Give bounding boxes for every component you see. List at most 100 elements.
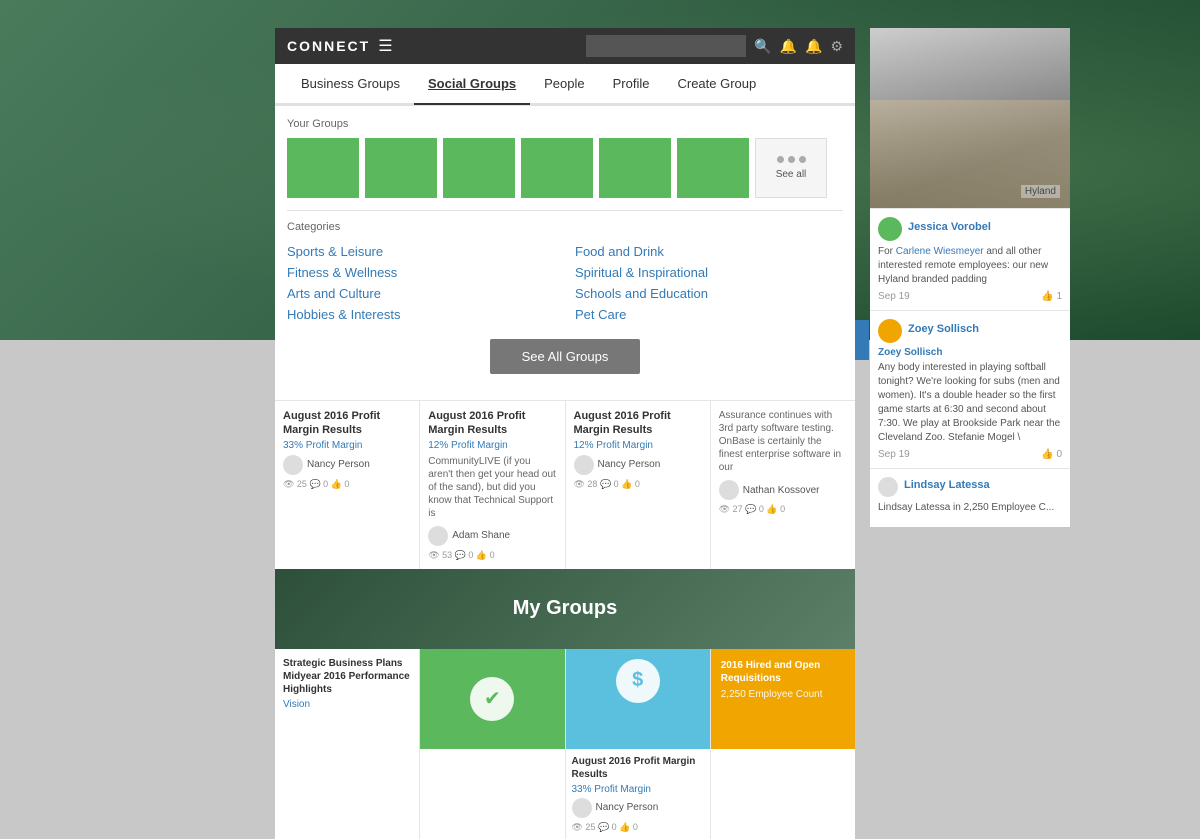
- sidebar-card-1-text: For Carlene Wiesmeyer and all other inte…: [878, 245, 1062, 287]
- group-thumb-1[interactable]: [287, 138, 359, 198]
- sidebar-card-1: Jessica Vorobel For Carlene Wiesmeyer an…: [870, 208, 1070, 310]
- tab-people[interactable]: People: [530, 64, 598, 103]
- group-thumb-6[interactable]: [677, 138, 749, 198]
- group-card-3-avatar: [572, 798, 592, 818]
- categories-label: Categories: [287, 221, 843, 233]
- sidebar-photo-brand: Hyland: [1021, 185, 1060, 198]
- my-groups-title: My Groups: [513, 597, 617, 620]
- post-1-author-name: Nancy Person: [307, 459, 370, 470]
- category-schools[interactable]: Schools and Education: [575, 283, 843, 304]
- post-1-title: August 2016 Profit Margin Results: [283, 409, 411, 438]
- post-1-author-row: Nancy Person: [283, 455, 411, 475]
- category-food[interactable]: Food and Drink: [575, 241, 843, 262]
- sidebar-avatar-1: [878, 217, 902, 241]
- post-2-title: August 2016 Profit Margin Results: [428, 409, 556, 438]
- see-all-label: See all: [776, 169, 807, 180]
- sidebar-user-3-name[interactable]: Lindsay Latessa: [904, 479, 990, 491]
- sidebar-avatar-3: [878, 477, 898, 497]
- hamburger-icon[interactable]: ☰: [378, 36, 392, 56]
- group-thumb-5[interactable]: [599, 138, 671, 198]
- see-all-btn-wrap: See All Groups: [287, 325, 843, 388]
- tab-social-groups[interactable]: Social Groups: [414, 64, 530, 105]
- sidebar-card-2: Zoey Sollisch Zoey Sollisch Any body int…: [870, 310, 1070, 468]
- sidebar-card-2-header: Zoey Sollisch: [878, 347, 1062, 358]
- post-3-author-name: Nancy Person: [598, 459, 661, 470]
- header-right: 🔍 🔔 🔔 ⚙: [586, 35, 843, 57]
- post-3-avatar: [574, 455, 594, 475]
- sidebar-likes-1: 👍 1: [1041, 291, 1062, 302]
- post-2-text: CommunityLIVE (if you aren't then get yo…: [428, 455, 556, 520]
- categories-right: Food and Drink Spiritual & Inspirational…: [575, 241, 843, 325]
- group-card-4: 2016 Hired and Open Requisitions 2,250 E…: [711, 649, 855, 839]
- search-input[interactable]: [586, 35, 746, 57]
- post-card-4: Assurance continues with 3rd party softw…: [711, 401, 855, 569]
- category-fitness[interactable]: Fitness & Wellness: [287, 262, 555, 283]
- alert-icon[interactable]: 🔔: [805, 38, 822, 55]
- group-card-1: Strategic Business Plans Midyear 2016 Pe…: [275, 649, 420, 839]
- sidebar-avatar-2: [878, 319, 902, 343]
- post-1-stats: 👁 25 💬 0 👍 0: [283, 479, 411, 490]
- group-card-2-content: ✔: [420, 649, 564, 749]
- category-sports[interactable]: Sports & Leisure: [287, 241, 555, 262]
- group-thumbnails-row: See all: [287, 138, 843, 198]
- post-2-author-row: Adam Shane: [428, 526, 556, 546]
- group-card-4-content: 2016 Hired and Open Requisitions 2,250 E…: [711, 649, 855, 749]
- category-hobbies[interactable]: Hobbies & Interests: [287, 304, 555, 325]
- post-1-avatar: [283, 455, 303, 475]
- group-card-1-title: Strategic Business Plans Midyear 2016 Pe…: [283, 657, 411, 696]
- search-icon[interactable]: 🔍: [754, 38, 771, 55]
- categories-section: Categories Sports & Leisure Fitness & We…: [287, 210, 843, 325]
- category-petcare[interactable]: Pet Care: [575, 304, 843, 325]
- group-card-3-icon-area: $: [566, 649, 710, 749]
- group-card-3-title: August 2016 Profit Margin Results: [572, 755, 704, 781]
- dots-row: [777, 156, 806, 163]
- post-2-subtitle: 12% Profit Margin: [428, 440, 556, 451]
- sidebar-user-2-name[interactable]: Zoey Sollisch: [908, 323, 979, 335]
- tab-create-group[interactable]: Create Group: [663, 64, 770, 103]
- your-groups-label: Your Groups: [287, 118, 843, 130]
- post-3-stats: 👁 28 💬 0 👍 0: [574, 479, 702, 490]
- group-card-3: $ August 2016 Profit Margin Results 33% …: [566, 649, 711, 839]
- group-thumb-4[interactable]: [521, 138, 593, 198]
- tab-profile[interactable]: Profile: [599, 64, 664, 103]
- categories-left: Sports & Leisure Fitness & Wellness Arts…: [287, 241, 555, 325]
- category-arts[interactable]: Arts and Culture: [287, 283, 555, 304]
- group-card-4-count: 2,250 Employee Count: [721, 689, 845, 700]
- sidebar-user-2-row: Zoey Sollisch: [878, 319, 1062, 343]
- sidebar-user-1-name[interactable]: Jessica Vorobel: [908, 221, 991, 233]
- bell-icon[interactable]: 🔔: [780, 38, 797, 55]
- group-card-3-subtitle: 33% Profit Margin: [572, 784, 704, 795]
- sidebar-card-3: Lindsay Latessa Lindsay Latessa in 2,250…: [870, 468, 1070, 527]
- main-panel: CONNECT ☰ 🔍 🔔 🔔 ⚙ Business Groups Social…: [275, 28, 855, 839]
- post-4-author-name: Nathan Kossover: [743, 485, 820, 496]
- post-3-subtitle: 12% Profit Margin: [574, 440, 702, 451]
- group-card-4-title: 2016 Hired and Open Requisitions: [721, 659, 845, 685]
- post-2-author-name: Adam Shane: [452, 530, 510, 541]
- post-card-3: August 2016 Profit Margin Results 12% Pr…: [566, 401, 711, 569]
- group-card-1-sub: Vision: [283, 699, 411, 710]
- see-all-thumb[interactable]: See all: [755, 138, 827, 198]
- header-left: CONNECT ☰: [287, 36, 393, 56]
- right-sidebar: Hyland Jessica Vorobel For Carlene Wiesm…: [870, 28, 1070, 527]
- group-cards-row: Strategic Business Plans Midyear 2016 Pe…: [275, 649, 855, 839]
- group-thumb-2[interactable]: [365, 138, 437, 198]
- see-all-groups-button[interactable]: See All Groups: [490, 339, 641, 374]
- post-3-title: August 2016 Profit Margin Results: [574, 409, 702, 438]
- post-4-author-row: Nathan Kossover: [719, 480, 847, 500]
- sidebar-photo: Hyland: [870, 28, 1070, 208]
- post-card-2: August 2016 Profit Margin Results 12% Pr…: [420, 401, 565, 569]
- group-thumb-3[interactable]: [443, 138, 515, 198]
- sidebar-card-2-text: Any body interested in playing softball …: [878, 361, 1062, 445]
- sidebar-date-1: Sep 19: [878, 291, 910, 302]
- dot-1: [777, 156, 784, 163]
- category-spiritual[interactable]: Spiritual & Inspirational: [575, 262, 843, 283]
- app-logo: CONNECT: [287, 38, 370, 54]
- blue-side-tab[interactable]: [855, 320, 869, 360]
- app-header: CONNECT ☰ 🔍 🔔 🔔 ⚙: [275, 28, 855, 64]
- dot-3: [799, 156, 806, 163]
- tab-business-groups[interactable]: Business Groups: [287, 64, 414, 103]
- sidebar-mention-1[interactable]: Carlene Wiesmeyer: [896, 246, 984, 257]
- gear-icon[interactable]: ⚙: [830, 38, 843, 55]
- post-cards-row: August 2016 Profit Margin Results 33% Pr…: [275, 400, 855, 569]
- sidebar-likes-2: 👍 0: [1041, 449, 1062, 460]
